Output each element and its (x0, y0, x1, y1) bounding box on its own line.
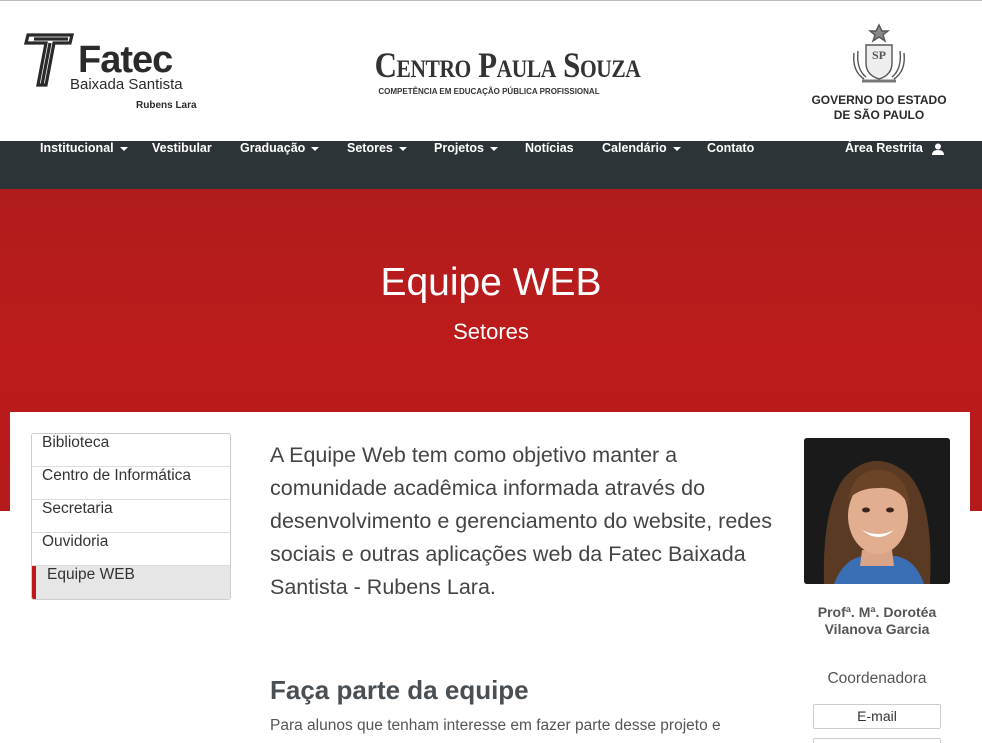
fatec-subtitle: Rubens Lara (136, 100, 197, 111)
gov-sp-text: GOVERNO DO ESTADO DE SÃO PAULO (811, 93, 947, 122)
cps-title: Centro Paula Souza (374, 45, 641, 85)
sidebar-item-ouvidoria[interactable]: Ouvidoria (32, 533, 230, 566)
nav-label: Calendário (602, 141, 667, 155)
main-navbar: Institucional Vestibular Graduação Setor… (0, 141, 982, 189)
caret-down-icon (672, 146, 681, 151)
section-title: Faça parte da equipe (270, 675, 529, 705)
nav-contato[interactable]: Contato (707, 141, 754, 189)
secondary-contact-button[interactable] (813, 738, 941, 743)
section-text: Para alunos que tenham interesse em faze… (270, 717, 721, 734)
nav-area-restrita[interactable]: Área Restrita (845, 141, 945, 189)
nav-calendario[interactable]: Calendário (602, 141, 681, 189)
nav-label: Projetos (434, 141, 485, 155)
caret-down-icon (311, 146, 320, 151)
gov-sp-logo[interactable]: SP GOVERNO DO ESTADO DE SÃO PAULO (800, 23, 958, 123)
coordinator-portrait-image (804, 438, 950, 584)
nav-graduacao[interactable]: Graduação (240, 141, 320, 189)
nav-institucional[interactable]: Institucional (40, 141, 128, 189)
caret-down-icon (119, 146, 128, 151)
nav-label: Contato (707, 141, 755, 155)
coordinator-name: Profª. Mª. Dorotéa Vilanova Garcia (817, 604, 937, 637)
coordinator-role: Coordenadora (827, 670, 927, 687)
nav-label: Institucional (40, 141, 114, 155)
sidebar-item-centro-de-informatica[interactable]: Centro de Informática (32, 467, 230, 500)
intro-paragraph: A Equipe Web tem como objetivo manter a … (270, 443, 772, 599)
nav-noticias[interactable]: Notícias (525, 141, 574, 189)
sidebar-item-biblioteca[interactable]: Biblioteca (32, 434, 230, 467)
page-subtitle: Setores (453, 319, 529, 344)
fatec-logo[interactable]: Fatec Baixada Santista Rubens Lara (24, 31, 197, 115)
nav-label: Graduação (240, 141, 306, 155)
coordinator-photo (804, 438, 950, 584)
sidebar-item-secretaria[interactable]: Secretaria (32, 500, 230, 533)
nav-projetos[interactable]: Projetos (434, 141, 499, 189)
site-header: Fatec Baixada Santista Rubens Lara Centr… (0, 0, 982, 141)
sidebar-item-equipe-web[interactable]: Equipe WEB (32, 566, 230, 599)
cps-logo[interactable]: Centro Paula Souza COMPETÊNCIA EM EDUCAÇ… (356, 45, 641, 105)
sp-coat-of-arms-icon: SP (853, 23, 905, 83)
sp-seal-letters: SP (872, 48, 886, 62)
nav-label: Vestibular (152, 141, 212, 155)
page-title: Equipe WEB (380, 261, 602, 304)
fatec-campus: Baixada Santista (70, 76, 183, 93)
email-button[interactable]: E-mail (813, 704, 941, 729)
content-card: Biblioteca Centro de Informática Secreta… (10, 412, 970, 743)
user-icon (932, 143, 945, 155)
caret-down-icon (398, 146, 407, 151)
nav-label: Setores (347, 141, 393, 155)
nav-vestibular[interactable]: Vestibular (152, 141, 212, 189)
caret-down-icon (490, 146, 499, 151)
sidebar-menu: Biblioteca Centro de Informática Secreta… (31, 433, 231, 600)
nav-setores[interactable]: Setores (347, 141, 407, 189)
nav-label: Área Restrita (845, 141, 923, 155)
cps-tagline: COMPETÊNCIA EM EDUCAÇÃO PÚBLICA PROFISSI… (378, 87, 600, 96)
nav-label: Notícias (525, 141, 574, 155)
